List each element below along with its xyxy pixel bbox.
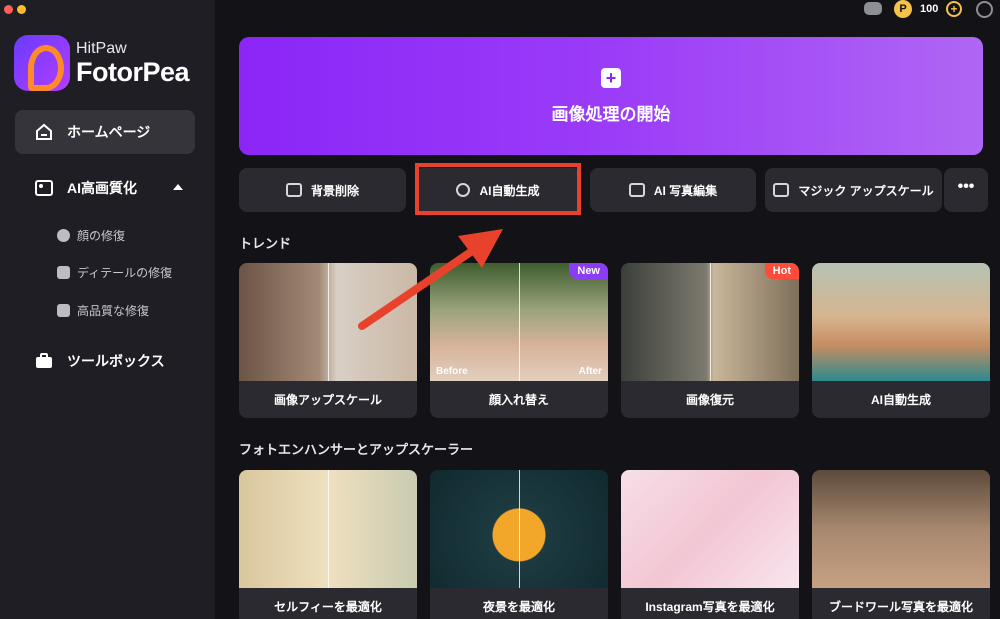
compare-divider [519,470,520,588]
compare-divider [328,470,329,588]
tool-label: マジック アップスケール [798,183,934,198]
quality-icon [57,304,70,317]
card-thumbnail: Hot [621,263,799,381]
tool-label: 背景削除 [310,183,359,198]
card-label: 画像アップスケール [273,393,382,407]
sidebar-item-ai-enhance[interactable]: AI高画質化 [15,168,195,208]
after-label: After [578,366,602,377]
trend-section-title: トレンド [239,236,292,251]
sidebar-item-label: AI高画質化 [67,180,137,196]
card-face-swap[interactable]: Before After New 顔入れ替え [430,263,608,418]
brand-name: FotorPea [76,56,190,87]
logo-icon [14,35,70,91]
magic-upscale-button[interactable]: マジック アップスケール [765,168,942,212]
card-instagram[interactable]: Instagram写真を最適化 [621,470,799,619]
card-thumbnail [239,470,417,588]
compare-divider [519,263,520,381]
sidebar-item-label: ツールボックス [67,353,165,369]
compare-divider [328,263,329,381]
card-selfie[interactable]: セルフィーを最適化 [239,470,417,619]
sidebar-subitem-face[interactable]: 顔の修復 [57,227,125,244]
tool-label: AI 写真編集 [653,183,718,198]
user-account-icon[interactable] [976,1,993,18]
card-label: ブードワール写真を最適化 [828,600,973,614]
card-boudoir[interactable]: ブードワール写真を最適化 [812,470,990,619]
collapse-caret-icon[interactable] [173,184,183,190]
new-badge: New [569,263,608,279]
card-thumbnail [621,470,799,588]
photo-edit-icon [628,183,645,197]
card-label: セルフィーを最適化 [274,600,382,614]
card-thumbnail [430,470,608,588]
detail-image-icon [57,266,70,279]
card-thumbnail [812,470,990,588]
enhancer-section-title: フォトエンハンサーとアップスケーラー [239,442,474,457]
sidebar-item-toolbox[interactable]: ツールボックス [15,341,195,381]
window-controls [4,5,26,14]
card-label: Instagram写真を最適化 [645,600,775,614]
card-ai-generate[interactable]: AI自動生成 [812,263,990,418]
card-image-restore[interactable]: Hot 画像復元 [621,263,799,418]
banner-title: 画像処理の開始 [551,104,671,124]
sidebar-subitem-label: ディテールの修復 [77,266,173,280]
sidebar-subitem-label: 高品質な修復 [77,304,150,318]
brand-small: HitPaw [76,39,127,57]
hot-badge: Hot [764,263,799,279]
before-label: Before [436,366,468,377]
sidebar-subitem-label: 顔の修復 [77,229,126,243]
credit-count: 100 [920,3,939,15]
card-thumbnail: Before After New [430,263,608,381]
app-logo: HitPaw FotorPea [14,35,190,91]
tool-label: AI自動生成 [479,183,540,198]
sidebar: HitPaw FotorPea ホームページ AI高画質化 顔の修復 ディテール… [0,0,215,619]
minimize-window-button[interactable] [17,5,26,14]
ai-generate-button[interactable]: AI自動生成 [415,168,581,212]
upscale-icon [773,183,790,197]
more-tools-button[interactable]: ••• [944,168,988,212]
top-bar: P 100 + [215,0,1000,20]
face-icon [57,229,70,242]
add-credits-icon[interactable]: + [946,1,962,17]
card-label: 画像復元 [685,393,734,407]
card-label: AI自動生成 [870,393,931,407]
app-window: HitPaw FotorPea ホームページ AI高画質化 顔の修復 ディテール… [0,0,1000,619]
card-label: 夜景を最適化 [482,600,555,614]
background-remove-button[interactable]: 背景削除 [239,168,406,212]
ai-photo-edit-button[interactable]: AI 写真編集 [590,168,756,212]
background-remove-icon [285,183,302,197]
card-night[interactable]: 夜景を最適化 [430,470,608,619]
sidebar-subitem-quality[interactable]: 高品質な修復 [57,302,149,319]
sidebar-item-home[interactable]: ホームページ [15,110,195,154]
toolbox-icon [36,353,52,368]
compare-divider [710,263,711,381]
card-label: 顔入れ替え [488,393,549,407]
discord-icon[interactable] [864,2,882,15]
home-icon [36,123,52,140]
tool-buttons: 背景削除 AI自動生成 AI 写真編集 マジック アップスケール [239,168,942,212]
card-thumbnail [239,263,417,381]
close-window-button[interactable] [4,5,13,14]
plus-icon: + [601,67,621,88]
ai-image-icon [35,180,53,196]
card-image-upscale[interactable]: 画像アップスケール [239,263,417,418]
coin-icon: P [894,0,912,18]
sidebar-subitem-detail[interactable]: ディテールの修復 [57,264,172,281]
card-thumbnail [812,263,990,381]
start-processing-banner[interactable]: + 画像処理の開始 [239,37,983,155]
magic-wand-icon [456,183,471,197]
sidebar-item-label: ホームページ [67,124,151,140]
